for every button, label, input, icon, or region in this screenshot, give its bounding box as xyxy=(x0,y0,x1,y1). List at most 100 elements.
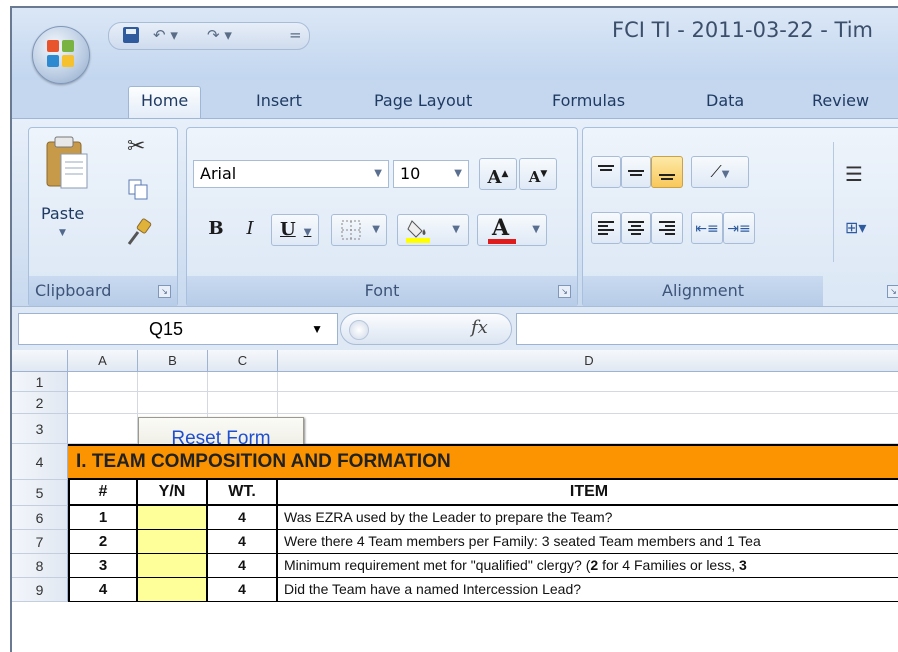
chevron-down-icon: ▼ xyxy=(372,224,380,235)
paste-button[interactable]: Paste ▼ xyxy=(35,130,97,260)
borders-button[interactable]: ▼ xyxy=(331,214,387,246)
column-header-c[interactable]: C xyxy=(208,350,278,372)
cell[interactable] xyxy=(278,414,898,444)
column-header-a[interactable]: A xyxy=(68,350,138,372)
chevron-down-icon[interactable]: ▼ xyxy=(311,314,323,344)
save-icon[interactable] xyxy=(123,27,139,43)
cell[interactable] xyxy=(138,372,208,392)
middle-align-button[interactable] xyxy=(621,156,651,188)
bottom-align-button[interactable] xyxy=(651,156,683,188)
row-header-8[interactable]: 8 xyxy=(12,554,68,578)
clipboard-launcher-icon[interactable]: ↘ xyxy=(158,285,171,298)
item-cell: Was EZRA used by the Leader to prepare t… xyxy=(278,506,898,530)
font-launcher-icon[interactable]: ↘ xyxy=(558,285,571,298)
formula-input[interactable] xyxy=(516,313,898,345)
merge-center-icon[interactable]: ⊞▾ xyxy=(845,218,866,237)
header-item: ITEM xyxy=(278,480,898,506)
row-header-5[interactable]: 5 xyxy=(12,480,68,506)
borders-icon xyxy=(341,220,361,240)
font-group-label: Font xyxy=(187,276,577,306)
item-text: Minimum requirement met for "qualified" … xyxy=(284,557,591,573)
cell[interactable] xyxy=(208,392,278,414)
font-name-box[interactable]: Arial ▼ xyxy=(193,160,389,188)
row-number: 1 xyxy=(68,506,138,530)
cell[interactable] xyxy=(278,392,898,414)
align-left-button[interactable] xyxy=(591,212,621,244)
window-title: FCI TI - 2011-03-22 - Tim xyxy=(612,18,874,42)
font-color-button[interactable]: A ▼ xyxy=(477,214,547,246)
customize-qat-button[interactable]: = xyxy=(289,26,302,44)
row-header-7[interactable]: 7 xyxy=(12,530,68,554)
excel-window: ↶ ▾ ↷ ▾ = FCI TI - 2011-03-22 - Tim Home… xyxy=(10,6,898,652)
grow-font-button[interactable]: A▲ xyxy=(479,158,517,190)
chevron-down-icon: ▼ xyxy=(452,224,460,235)
tab-formulas[interactable]: Formulas xyxy=(552,91,625,110)
office-button[interactable] xyxy=(32,26,90,84)
clipboard-label: Clipboard xyxy=(29,276,177,306)
align-left-icon xyxy=(598,221,614,235)
group-divider xyxy=(833,142,834,262)
row-number: 3 xyxy=(68,554,138,578)
insert-function-button[interactable]: fx xyxy=(471,317,488,338)
cell[interactable] xyxy=(68,372,138,392)
font-size-box[interactable]: 10 ▼ xyxy=(393,160,469,188)
column-header-b[interactable]: B xyxy=(138,350,208,372)
paste-dropdown-icon: ▼ xyxy=(59,228,66,238)
row-header-2[interactable]: 2 xyxy=(12,392,68,414)
align-right-icon xyxy=(659,221,675,235)
cell[interactable] xyxy=(68,392,138,414)
increase-indent-button[interactable]: ⇥≡ xyxy=(723,212,755,244)
select-all-corner[interactable] xyxy=(12,350,68,372)
format-painter-icon[interactable] xyxy=(125,218,153,246)
yn-input-cell[interactable] xyxy=(138,530,208,554)
align-right-button[interactable] xyxy=(651,212,683,244)
grow-font-letter: A xyxy=(487,167,502,188)
chevron-down-icon: ▼ xyxy=(532,224,540,235)
bold-button[interactable]: B xyxy=(201,214,231,246)
fill-color-button[interactable]: ▼ xyxy=(397,214,469,246)
row-header-6[interactable]: 6 xyxy=(12,506,68,530)
increase-indent-icon: ⇥≡ xyxy=(727,221,751,237)
header-weight: WT. xyxy=(208,480,278,506)
quick-access-toolbar: ↶ ▾ ↷ ▾ = xyxy=(108,22,310,50)
alignment-launcher-icon[interactable]: ↘ xyxy=(887,285,898,298)
yn-input-cell[interactable] xyxy=(138,554,208,578)
cell[interactable] xyxy=(138,392,208,414)
row-header-4[interactable]: 4 xyxy=(12,444,68,480)
column-header-d[interactable]: D xyxy=(278,350,898,372)
formula-controls: fx xyxy=(340,313,512,345)
item-bold-text: 3 xyxy=(739,557,747,573)
font-color-swatch xyxy=(488,239,516,244)
tab-data[interactable]: Data xyxy=(706,91,744,110)
cell[interactable] xyxy=(68,414,138,444)
align-top-icon xyxy=(598,165,614,171)
copy-icon[interactable] xyxy=(127,178,149,200)
shrink-font-button[interactable]: A▼ xyxy=(519,158,557,190)
tab-review[interactable]: Review xyxy=(812,91,869,110)
wrap-text-icon[interactable]: ☰ xyxy=(845,162,863,186)
underline-button[interactable]: U ▼ xyxy=(271,214,319,246)
tab-home[interactable]: Home xyxy=(128,86,202,118)
cut-icon[interactable]: ✂ xyxy=(127,134,145,159)
tab-page-layout[interactable]: Page Layout xyxy=(374,91,472,110)
clipboard-group: Paste ▼ ✂ Clipboard ↘ xyxy=(28,127,178,307)
top-align-button[interactable] xyxy=(591,156,621,188)
cell[interactable] xyxy=(278,372,898,392)
align-center-button[interactable] xyxy=(621,212,651,244)
row-header-9[interactable]: 9 xyxy=(12,578,68,602)
italic-button[interactable]: I xyxy=(235,214,265,246)
cell[interactable] xyxy=(208,372,278,392)
ribbon-tabs: Home Insert Page Layout Formulas Data Re… xyxy=(12,86,898,118)
item-text: for 4 Families or less, xyxy=(598,557,740,573)
orientation-button[interactable]: ⟋▼ xyxy=(691,156,749,188)
yn-input-cell[interactable] xyxy=(138,578,208,602)
row-header-3[interactable]: 3 xyxy=(12,414,68,444)
undo-button[interactable]: ↶ ▾ xyxy=(153,26,178,44)
decrease-indent-button[interactable]: ⇤≡ xyxy=(691,212,723,244)
tab-insert[interactable]: Insert xyxy=(256,91,302,110)
orientation-icon: ⟋ xyxy=(710,162,722,181)
row-header-1[interactable]: 1 xyxy=(12,372,68,392)
name-box[interactable]: Q15 ▼ xyxy=(18,313,338,345)
redo-button[interactable]: ↷ ▾ xyxy=(207,26,232,44)
yn-input-cell[interactable] xyxy=(138,506,208,530)
